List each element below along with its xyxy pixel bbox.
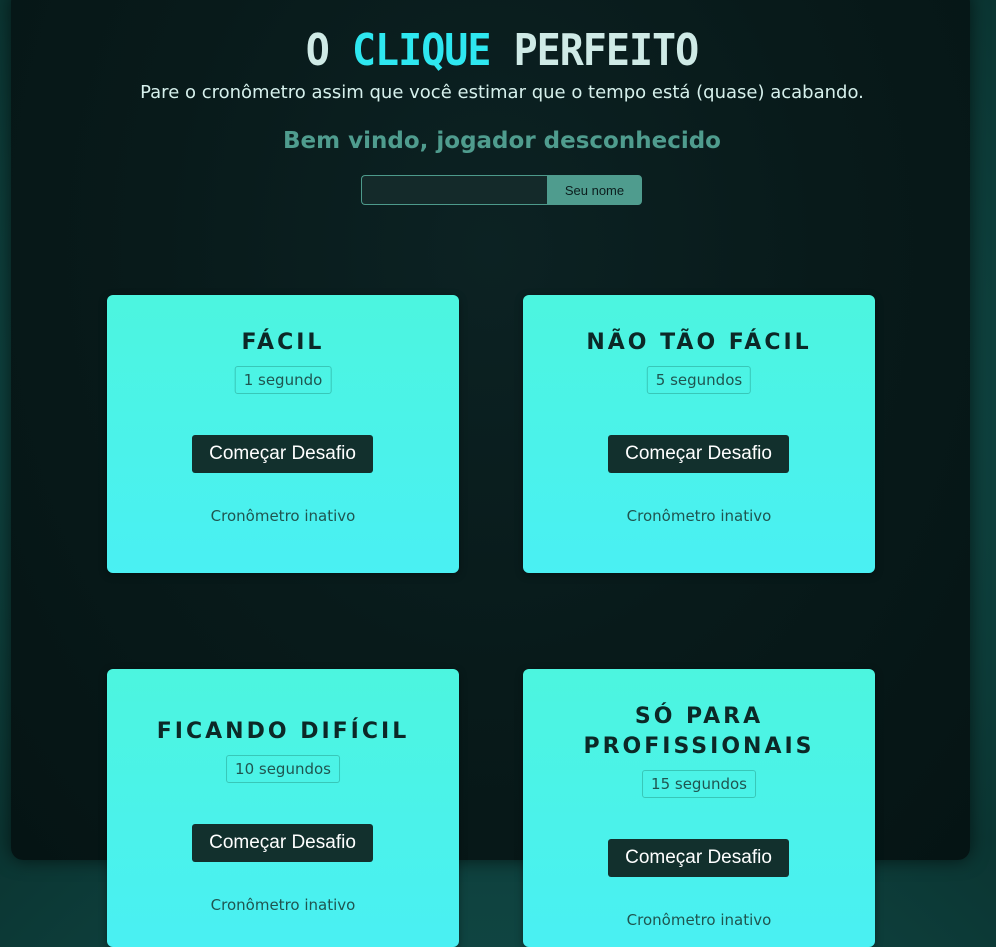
page-title: O CLIQUE PERFEITO xyxy=(11,24,993,78)
page-subtitle: Pare o cronômetro assim que você estimar… xyxy=(140,82,864,103)
timer-status: Cronômetro inativo xyxy=(210,507,356,525)
challenge-card-getting-hard: FICANDO DIFÍCIL 10 segundos Começar Desa… xyxy=(107,669,459,947)
start-challenge-button[interactable]: Começar Desafio xyxy=(608,435,789,473)
challenge-time-badge: 1 segundo xyxy=(234,366,332,394)
player-name-form: Seu nome xyxy=(361,175,642,205)
challenge-title: FÁCIL xyxy=(241,330,325,355)
title-accent: CLIQUE xyxy=(351,26,491,76)
challenge-title: FICANDO DIFÍCIL xyxy=(156,719,410,744)
challenge-card-pros-only: SÓ PARA PROFISSIONAIS 15 segundos Começa… xyxy=(523,669,875,947)
welcome-message: Bem vindo, jogador desconhecido xyxy=(283,128,721,154)
set-name-button[interactable]: Seu nome xyxy=(547,175,642,205)
challenge-card-not-so-easy: NÃO TÃO FÁCIL 5 segundos Começar Desafio… xyxy=(523,295,875,573)
challenge-card-easy: FÁCIL 1 segundo Começar Desafio Cronômet… xyxy=(107,295,459,573)
timer-status: Cronômetro inativo xyxy=(626,911,772,929)
title-prefix: O xyxy=(305,26,330,76)
challenge-time-badge: 15 segundos xyxy=(642,770,756,798)
timer-status: Cronômetro inativo xyxy=(210,896,356,914)
start-challenge-button[interactable]: Começar Desafio xyxy=(192,435,373,473)
challenge-time-badge: 5 segundos xyxy=(646,366,752,394)
start-challenge-button[interactable]: Começar Desafio xyxy=(192,824,373,862)
title-suffix: PERFEITO xyxy=(513,26,700,76)
challenge-title-line1: SÓ PARA xyxy=(634,704,764,729)
start-challenge-button[interactable]: Começar Desafio xyxy=(608,839,789,877)
challenge-title: NÃO TÃO FÁCIL xyxy=(586,330,812,355)
challenge-title-line2: PROFISSIONAIS xyxy=(583,734,815,759)
challenge-time-badge: 10 segundos xyxy=(226,755,340,783)
player-name-input[interactable] xyxy=(361,175,547,205)
timer-status: Cronômetro inativo xyxy=(626,507,772,525)
app-container: O CLIQUE PERFEITO Pare o cronômetro assi… xyxy=(11,0,970,947)
